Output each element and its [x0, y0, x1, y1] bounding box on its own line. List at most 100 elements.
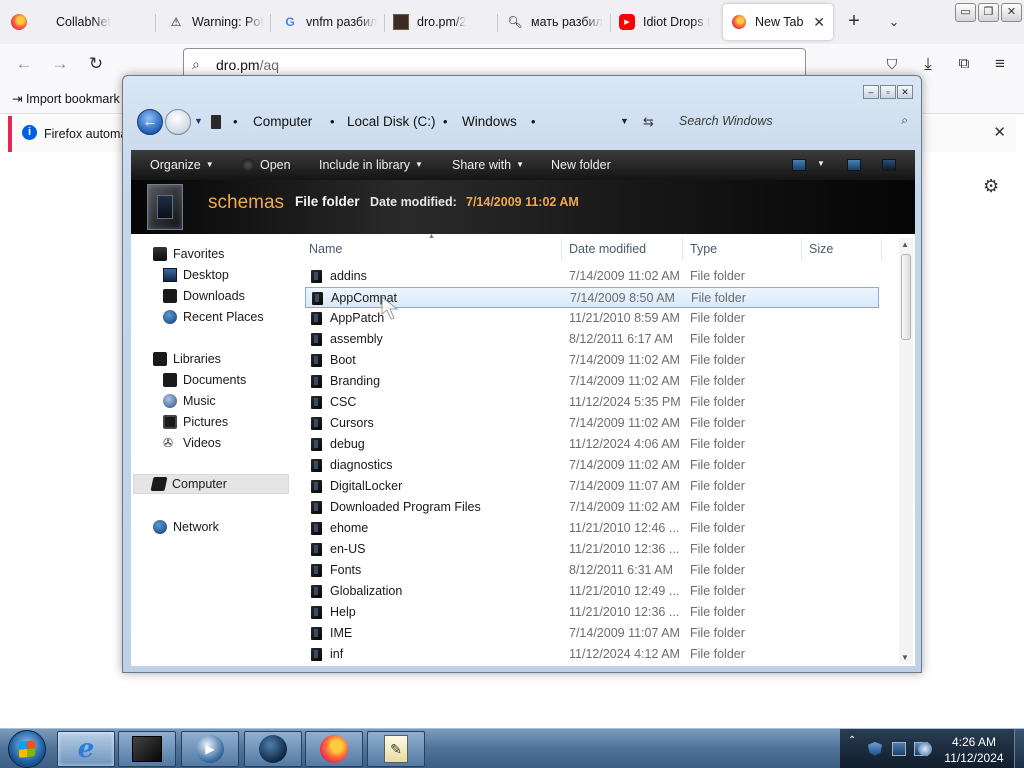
chevron-down-icon[interactable]: ▼ [620, 116, 629, 126]
start-button[interactable] [8, 730, 46, 768]
breadcrumb-separator[interactable]: • [443, 114, 448, 129]
maximize-button[interactable]: ❐ [978, 3, 999, 22]
back-arrow-icon[interactable]: ← [12, 53, 36, 77]
reload-icon[interactable]: ↻ [84, 53, 108, 77]
new-tab-button[interactable]: + [844, 10, 864, 34]
taskbar-media-player[interactable]: ▶ [181, 731, 239, 767]
vertical-scrollbar[interactable]: ▲ ▼ [899, 238, 913, 664]
forward-button[interactable] [165, 109, 191, 135]
file-row[interactable]: diagnostics 7/14/2009 11:02 AM File folder [305, 455, 879, 476]
breadcrumb-local-disk[interactable]: Local Disk (C:) [347, 114, 436, 129]
preview-pane-icon[interactable] [847, 159, 861, 171]
file-row[interactable]: DigitalLocker 7/14/2009 11:07 AM File fold… [305, 476, 879, 497]
search-input[interactable]: Search Windows ⌕ [671, 110, 914, 134]
file-row[interactable]: en-US 11/21/2010 12:36 ... File folder [305, 539, 879, 560]
tab-vnfm[interactable]: G vnfm разбил [282, 4, 382, 40]
nav-pictures[interactable]: Pictures [163, 412, 228, 432]
pocket-icon[interactable]: ⛉ [880, 53, 904, 77]
column-divider[interactable] [881, 238, 882, 260]
nav-libraries[interactable]: Libraries [153, 349, 221, 369]
column-divider[interactable] [682, 238, 683, 260]
file-row[interactable]: IME 7/14/2009 11:07 AM File folder [305, 623, 879, 644]
column-header-size[interactable]: Size [809, 242, 833, 256]
organize-button[interactable]: Organize ▼ [150, 158, 214, 172]
include-in-library-button[interactable]: Include in library ▼ [319, 158, 423, 172]
open-button[interactable]: Open [241, 158, 291, 172]
show-hidden-icons-icon[interactable]: ⌃ [848, 735, 862, 749]
volume-icon[interactable] [918, 742, 932, 756]
tab-new-tab[interactable]: New Tab ✕ [723, 4, 833, 40]
clock-date[interactable]: 11/12/2024 [936, 751, 1012, 765]
forward-arrow-icon[interactable]: → [48, 53, 72, 77]
show-desktop-button[interactable] [1014, 729, 1024, 768]
close-button[interactable]: ✕ [1001, 3, 1022, 22]
nav-documents[interactable]: Documents [163, 370, 246, 390]
explorer-close-button[interactable]: ✕ [897, 85, 913, 99]
file-row[interactable]: Fonts 8/12/2011 6:31 AM File folder [305, 560, 879, 581]
column-divider[interactable] [561, 238, 562, 260]
breadcrumb-separator[interactable]: • [233, 114, 238, 129]
nav-network[interactable]: Network [153, 517, 219, 537]
clock-time[interactable]: 4:26 AM [944, 735, 1004, 749]
file-row[interactable]: debug 11/12/2024 4:06 AM File folder [305, 434, 879, 455]
nav-favorites[interactable]: Favorites [153, 244, 224, 264]
column-divider[interactable] [801, 238, 802, 260]
import-bookmarks-button[interactable]: ⇥ Import bookmark [12, 91, 120, 106]
file-row[interactable]: Help 11/21/2010 12:36 ... File folder [305, 602, 879, 623]
breadcrumb-separator[interactable]: • [531, 114, 536, 129]
tab-warning[interactable]: ⚠ Warning: Pot [168, 4, 268, 40]
close-tab-icon[interactable]: ✕ [813, 14, 825, 31]
nav-recent-places[interactable]: Recent Places [163, 307, 264, 327]
column-header-type[interactable]: Type [690, 242, 717, 256]
file-row[interactable]: Boot 7/14/2009 11:02 AM File folder [305, 350, 879, 371]
menu-icon[interactable]: ≡ [988, 53, 1012, 77]
list-all-tabs-button[interactable]: ⌄ [884, 10, 904, 34]
back-button[interactable]: ← [137, 109, 163, 135]
breadcrumb-computer[interactable]: Computer [253, 114, 312, 129]
nav-downloads[interactable]: Downloads [163, 286, 245, 306]
view-options-icon[interactable] [792, 159, 806, 171]
column-header-date[interactable]: Date modified [569, 242, 646, 256]
taskbar-network-app[interactable] [244, 731, 302, 767]
breadcrumb-windows[interactable]: Windows [462, 114, 517, 129]
downloads-icon[interactable]: ⤓ [916, 53, 940, 77]
explorer-minimize-button[interactable]: – [863, 85, 879, 99]
address-bar[interactable]: • Computer • Local Disk (C:) • Windows •… [207, 110, 639, 134]
shield-icon[interactable] [868, 742, 882, 756]
nav-music[interactable]: Music [163, 391, 216, 411]
taskbar-internet-explorer[interactable]: e [57, 731, 115, 767]
share-with-button[interactable]: Share with ▼ [452, 158, 524, 172]
nav-videos[interactable]: ✇ Videos [163, 433, 221, 453]
url-text[interactable]: dro.pm/aq [216, 57, 279, 73]
taskbar-notepad[interactable]: ✎ [367, 731, 425, 767]
tab-search[interactable]: 🔍︎ мать разбил [507, 4, 607, 40]
tab-idiot-drops[interactable]: ▶ Idiot Drops I [619, 4, 715, 40]
file-row[interactable]: ehome 11/21/2010 12:46 ... File folder [305, 518, 879, 539]
extensions-icon[interactable]: ⧉ [952, 53, 976, 77]
display-icon[interactable] [892, 742, 906, 756]
breadcrumb-separator[interactable]: • [330, 114, 335, 129]
tab-dro-pm[interactable]: dro.pm/2 [393, 4, 493, 40]
scroll-down-icon[interactable]: ▼ [901, 653, 909, 662]
file-row[interactable]: Branding 7/14/2009 11:02 AM File folder [305, 371, 879, 392]
scroll-up-icon[interactable]: ▲ [901, 240, 909, 249]
history-dropdown-icon[interactable]: ▼ [194, 116, 203, 126]
explorer-maximize-button[interactable]: ▫ [880, 85, 896, 99]
taskbar-explorer[interactable] [118, 731, 176, 767]
file-row[interactable]: inf 11/12/2024 4:12 AM File folder [305, 644, 879, 665]
file-row[interactable]: Globalization 11/21/2010 12:49 ... File fo… [305, 581, 879, 602]
nav-computer[interactable]: Computer [133, 474, 289, 494]
new-folder-button[interactable]: New folder [551, 158, 611, 172]
file-row[interactable]: CSC 11/12/2024 5:35 PM File folder [305, 392, 879, 413]
column-header-name[interactable]: Name [309, 242, 342, 256]
gear-icon[interactable]: ⚙ [983, 176, 999, 197]
nav-desktop[interactable]: Desktop [163, 265, 229, 285]
file-row[interactable]: Downloaded Program Files 7/14/2009 11:02 … [305, 497, 879, 518]
refresh-icon[interactable]: ⇆ [643, 114, 654, 130]
tab-collabnet[interactable]: CollabNet [40, 4, 155, 40]
chevron-down-icon[interactable]: ▼ [817, 159, 825, 168]
close-icon[interactable]: ✕ [993, 123, 1006, 141]
scrollbar-thumb[interactable] [901, 254, 911, 340]
firefox-icon[interactable] [11, 14, 27, 30]
file-row[interactable]: Cursors 7/14/2009 11:02 AM File folder [305, 413, 879, 434]
